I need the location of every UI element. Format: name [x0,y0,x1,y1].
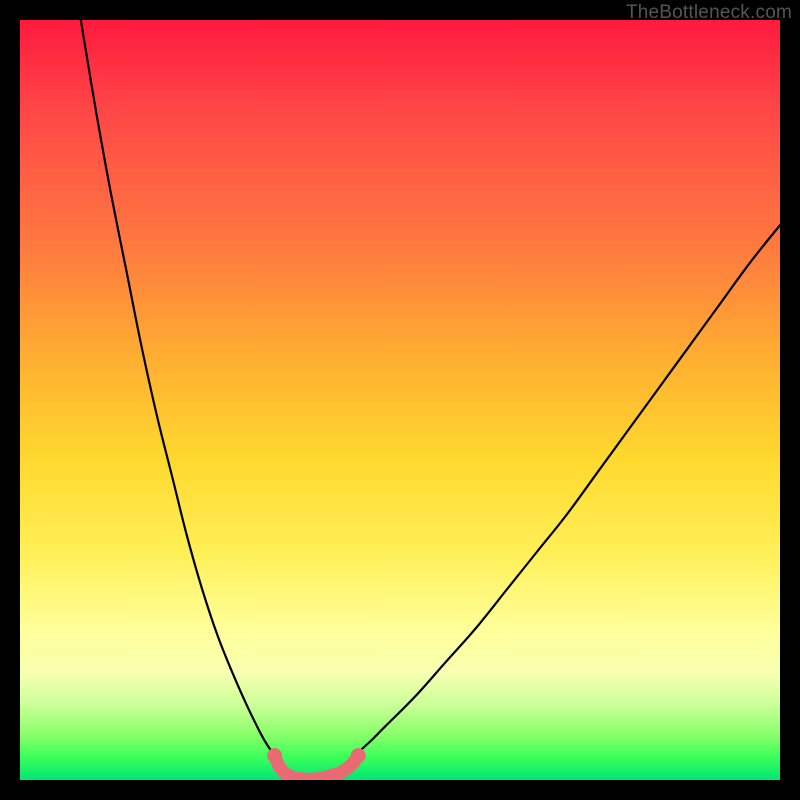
pink-dot-left [267,748,282,763]
pink-u-highlight [275,756,359,780]
pink-dot-right [351,748,366,763]
plot-area [20,20,780,780]
left-curve [81,20,275,756]
right-curve [354,225,780,756]
chart-svg [20,20,780,780]
frame: TheBottleneck.com [0,0,800,800]
